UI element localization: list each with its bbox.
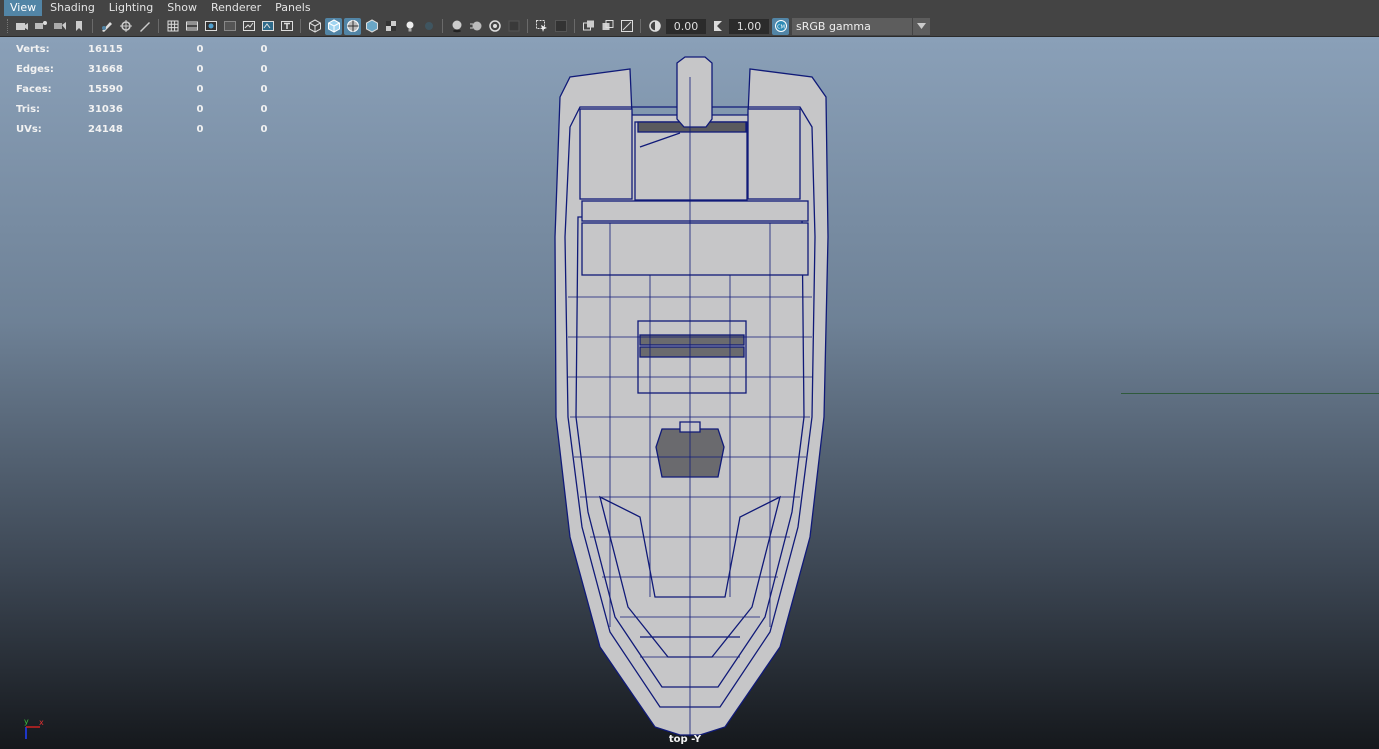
toolbar-separator: [158, 19, 159, 33]
hud-label: Faces:: [16, 83, 52, 95]
smooth-shade-icon[interactable]: [325, 17, 342, 35]
hud-label: Verts:: [16, 43, 50, 55]
xray-joints-icon[interactable]: [552, 18, 569, 35]
camera-label: top -Y: [668, 734, 702, 745]
color-space-value: sRGB gamma: [792, 17, 912, 35]
hud-value: 0: [196, 43, 204, 55]
lights-icon[interactable]: [401, 18, 418, 35]
hud-row-uvs: UVs: 24148 0 0: [16, 119, 296, 139]
grease-pencil-icon[interactable]: [98, 18, 115, 35]
menu-lighting[interactable]: Lighting: [103, 0, 159, 16]
axis-y-label: y: [24, 717, 29, 726]
hud-label: Tris:: [16, 103, 41, 115]
hud-value: 15590: [88, 83, 123, 95]
depth-of-field-icon[interactable]: [505, 18, 522, 35]
anti-aliasing-icon[interactable]: [486, 18, 503, 35]
hud-value: 31668: [88, 63, 123, 75]
pencil-icon[interactable]: [136, 18, 153, 35]
safe-title-icon[interactable]: [278, 18, 295, 35]
toolbar-separator: [300, 19, 301, 33]
camera-bookmarks-icon[interactable]: [51, 18, 68, 35]
isolate-select-icon[interactable]: [533, 18, 550, 35]
menu-panels[interactable]: Panels: [269, 0, 316, 16]
gamma-icon[interactable]: [709, 18, 726, 35]
hud-label: UVs:: [16, 123, 42, 135]
xray-icon[interactable]: [382, 18, 399, 35]
hud-value: 16115: [88, 43, 123, 55]
color-management-icon[interactable]: CM: [772, 17, 789, 35]
gamma-field[interactable]: 1.00: [729, 18, 769, 34]
toolbar-separator: [527, 19, 528, 33]
hud-value: 0: [196, 83, 204, 95]
panel-toolbar: 0.00 1.00 CM sRGB gamma: [0, 16, 1379, 37]
hud-value: 0: [260, 83, 268, 95]
safe-action-icon[interactable]: [259, 18, 276, 35]
wireframe-icon[interactable]: [306, 18, 323, 35]
hud-value: 0: [260, 123, 268, 135]
chevron-down-icon[interactable]: [913, 17, 930, 35]
grid-icon[interactable]: [164, 18, 181, 35]
hud-value: 0: [260, 63, 268, 75]
toolbar-separator: [442, 19, 443, 33]
poly-count-hud: Verts: 16115 0 0 Edges: 31668 0 0 Faces:…: [16, 39, 296, 139]
hud-value: 0: [196, 63, 204, 75]
xray-active-icon[interactable]: [580, 18, 597, 35]
camera-attributes-icon[interactable]: [32, 18, 49, 35]
default-material-icon[interactable]: [363, 18, 380, 35]
backface-culling-icon[interactable]: [599, 18, 616, 35]
hud-row-tris: Tris: 31036 0 0: [16, 99, 296, 119]
menu-show[interactable]: Show: [161, 0, 203, 16]
hud-label: Edges:: [16, 63, 54, 75]
hud-value: 31036: [88, 103, 123, 115]
hud-row-faces: Faces: 15590 0 0: [16, 79, 296, 99]
boat-wireframe-model[interactable]: [540, 37, 840, 749]
exposure-icon[interactable]: [646, 18, 663, 35]
ground-grid-line: [1121, 393, 1379, 394]
menu-renderer[interactable]: Renderer: [205, 0, 267, 16]
snap-icon[interactable]: [117, 18, 134, 35]
camera-select-icon[interactable]: [13, 18, 30, 35]
gate-mask-icon[interactable]: [221, 18, 238, 35]
color-space-dropdown[interactable]: sRGB gamma: [792, 17, 930, 35]
menu-view[interactable]: View: [4, 0, 43, 16]
hud-row-verts: Verts: 16115 0 0: [16, 39, 296, 59]
field-chart-icon[interactable]: [240, 18, 257, 35]
menu-shading[interactable]: Shading: [44, 0, 101, 16]
hud-row-edges: Edges: 31668 0 0: [16, 59, 296, 79]
image-plane-icon[interactable]: [70, 18, 87, 35]
hud-value: 24148: [88, 123, 123, 135]
film-gate-icon[interactable]: [183, 18, 200, 35]
toolbar-grip[interactable]: [7, 19, 9, 33]
panel-menu-bar: View Shading Lighting Show Renderer Pane…: [0, 0, 1379, 16]
hud-value: 0: [260, 103, 268, 115]
svg-text:CM: CM: [777, 25, 785, 31]
toolbar-separator: [574, 19, 575, 33]
screen-space-ao-icon[interactable]: [448, 18, 465, 35]
hud-value: 0: [196, 103, 204, 115]
wireframe-on-shaded-icon[interactable]: [344, 17, 361, 35]
axis-x-label: x: [39, 718, 44, 727]
resolution-gate-icon[interactable]: [202, 18, 219, 35]
toolbar-separator: [92, 19, 93, 33]
hud-value: 0: [196, 123, 204, 135]
texture-placement-icon[interactable]: [618, 18, 635, 35]
hud-value: 0: [260, 43, 268, 55]
view-axis-indicator: y x: [24, 717, 44, 739]
3d-viewport[interactable]: Verts: 16115 0 0 Edges: 31668 0 0 Faces:…: [0, 37, 1379, 749]
toolbar-separator: [640, 19, 641, 33]
exposure-field[interactable]: 0.00: [666, 18, 706, 34]
shadows-icon[interactable]: [420, 18, 437, 35]
motion-blur-icon[interactable]: [467, 18, 484, 35]
